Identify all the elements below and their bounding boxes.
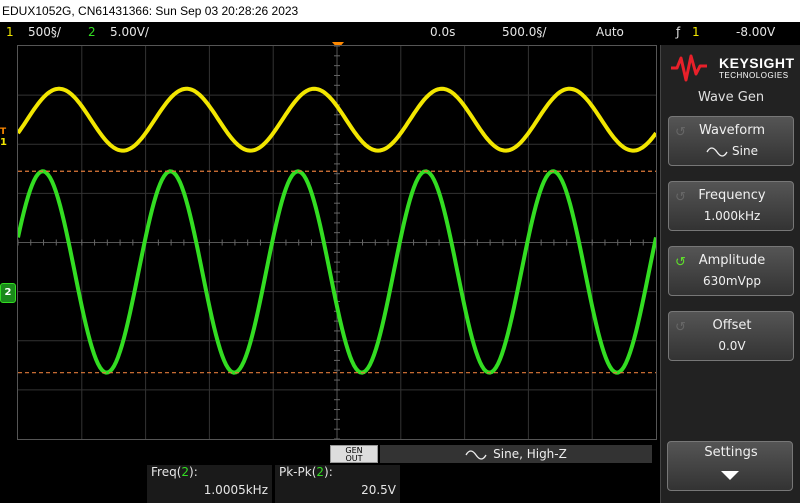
measurement-frequency[interactable]: Freq(2): 1.0005kHz [147, 465, 272, 503]
sine-wave-icon [465, 449, 487, 460]
waveform-value: Sine [732, 144, 758, 158]
gen-out-badge: GEN OUT [330, 445, 378, 463]
measurement-label-text: Pk-Pk( [279, 465, 317, 479]
trigger-slope-icon: ƒ [676, 25, 681, 39]
horizontal-delay[interactable]: 0.0s [430, 22, 455, 42]
ch1-scale[interactable]: 500§/ [28, 22, 61, 42]
settings-button[interactable]: Settings [667, 441, 793, 491]
softkey-frequency[interactable]: ↺ Frequency 1.000kHz [668, 181, 794, 231]
bottom-info-area: GEN OUT Sine, High-Z Freq(2): 1.0005kHz … [0, 443, 660, 503]
ch2-number[interactable]: 2 [88, 22, 96, 42]
status-bar: 1 500§/ 2 5.00V/ 0.0s 500.0§/ Auto ƒ 1 -… [0, 22, 800, 42]
softkey-label: Frequency [698, 188, 766, 203]
gen-badge-line2: OUT [345, 454, 363, 463]
wavegen-status-bar: Sine, High-Z [380, 445, 652, 463]
title-text: EDUX1052G, CN61431366: Sun Sep 03 20:28:… [2, 4, 299, 18]
softkey-label: Waveform [699, 123, 765, 138]
timebase-scale[interactable]: 500.0§/ [502, 22, 546, 42]
measurement-label: Pk-Pk(2): [279, 465, 333, 479]
settings-label: Settings [704, 445, 758, 460]
ch2-ground-marker[interactable]: 2 [0, 283, 16, 303]
trigger-mode[interactable]: Auto [596, 22, 624, 42]
softkey-value: 1.000kHz [703, 209, 761, 223]
measurement-label: Freq(2): [151, 465, 198, 479]
measurement-label-end: ): [189, 465, 198, 479]
softkey-value: 0.0V [718, 339, 746, 353]
ch1-number[interactable]: 1 [6, 22, 14, 42]
sine-wave-icon [706, 146, 728, 157]
measurement-value: 1.0005kHz [203, 483, 268, 497]
measurement-label-text: Freq( [151, 465, 182, 479]
trigger-level[interactable]: -8.00V [736, 22, 775, 42]
softkey-value: 630mVpp [702, 274, 762, 288]
wavegen-status-text: Sine, High-Z [493, 447, 567, 461]
ch2-scale[interactable]: 5.00V/ [110, 22, 149, 42]
brand-sub: TECHNOLOGIES [719, 71, 789, 80]
measurement-label-end: ): [324, 465, 333, 479]
menu-title: Wave Gen [697, 90, 765, 105]
softkey-waveform[interactable]: ↺ Waveform Sine [668, 116, 794, 166]
softkey-label: Offset [712, 318, 752, 333]
trigger-source[interactable]: 1 [692, 22, 700, 42]
arrow-down-icon [721, 471, 739, 480]
measurement-value: 20.5V [361, 483, 396, 497]
ch1-marker-label: 1 [0, 137, 7, 148]
ch1-trig-label: T [0, 127, 7, 137]
keysight-wave-icon [671, 54, 707, 82]
measurement-channel: 2 [316, 465, 325, 479]
ch1-ground-marker[interactable]: T 1 [0, 128, 7, 149]
softkey-amplitude[interactable]: ↺ Amplitude 630mVpp [668, 246, 794, 296]
measurement-channel: 2 [181, 465, 190, 479]
softkey-offset[interactable]: ↺ Offset 0.0V [668, 311, 794, 361]
softkey-sidebar: KEYSIGHT TECHNOLOGIES Wave Gen ↺ Wavefor… [660, 45, 800, 503]
softkey-value: Sine [669, 144, 795, 158]
measurement-pkpk[interactable]: Pk-Pk(2): 20.5V [275, 465, 400, 503]
brand-name: KEYSIGHT [719, 55, 795, 71]
waveform-display[interactable] [17, 45, 657, 440]
graticule [18, 46, 656, 439]
title-bar: EDUX1052G, CN61431366: Sun Sep 03 20:28:… [0, 0, 800, 22]
keysight-logo: KEYSIGHT TECHNOLOGIES [669, 50, 795, 84]
softkey-label: Amplitude [698, 253, 766, 268]
ch2-marker-label: 2 [4, 287, 12, 298]
